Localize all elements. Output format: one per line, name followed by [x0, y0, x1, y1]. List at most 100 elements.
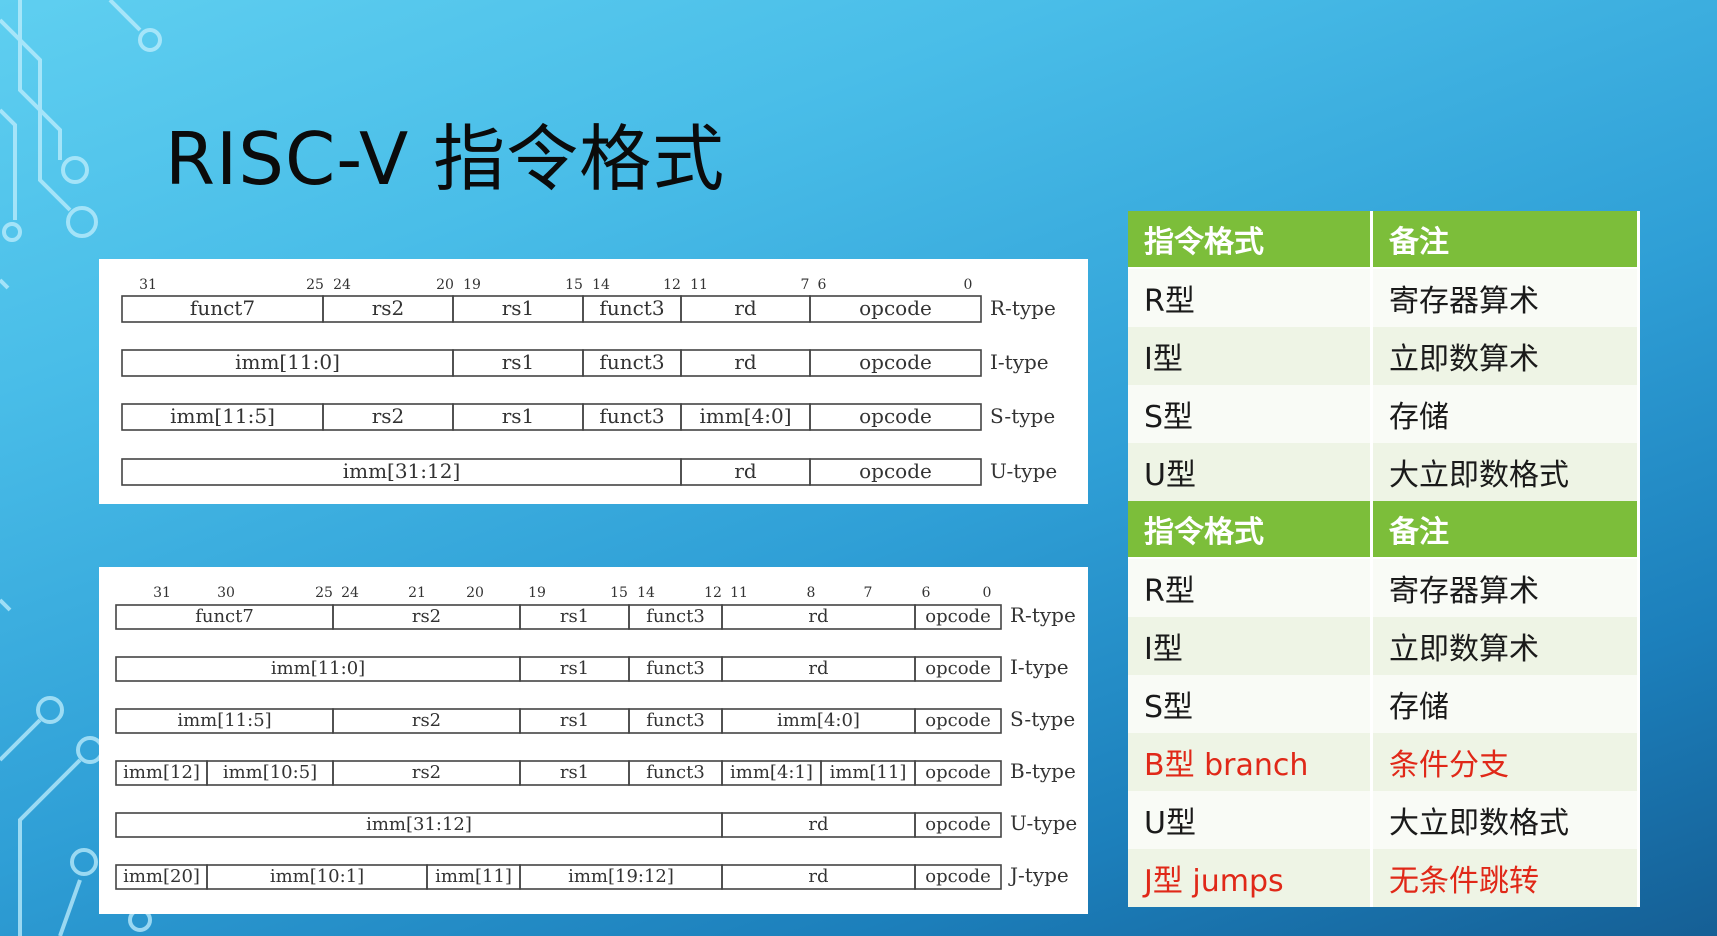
bit-number: 15	[565, 277, 583, 293]
bit-number: 7	[864, 585, 873, 601]
bit-number: 21	[408, 585, 426, 601]
table-header-row: 指令格式 备注	[1128, 211, 1640, 269]
row-format: R型	[1128, 268, 1373, 327]
bit-number: 30	[217, 585, 235, 601]
field-label: imm[12]	[123, 762, 200, 783]
field-label: rs1	[502, 296, 535, 320]
row-note: 大立即数格式	[1371, 791, 1640, 849]
field-label: imm[20]	[123, 866, 200, 887]
field-label: rs1	[560, 710, 589, 731]
field-label: imm[11:5]	[177, 710, 271, 731]
table-row: I型 立即数算术	[1128, 327, 1640, 385]
row-format: I型	[1128, 327, 1373, 385]
field-label: imm[31:12]	[366, 814, 472, 835]
format-row-r-type: funct7 rs2 rs1 funct3 rd opcode R-type	[115, 603, 1076, 630]
bit-number: 20	[466, 585, 484, 601]
field-label: rs2	[412, 710, 441, 731]
field-label: funct3	[646, 658, 705, 679]
field-label: funct3	[646, 710, 705, 731]
field-label: imm[4:0]	[699, 404, 791, 428]
format-row-s-type: imm[11:5] rs2 rs1 funct3 imm[4:0] opcode S-typ…	[121, 403, 1055, 431]
field-label: imm[31:12]	[343, 459, 461, 483]
field-label: imm[11]	[435, 866, 512, 887]
format-type-label: S-type	[1010, 707, 1075, 731]
row-format: B型 branch	[1128, 733, 1373, 791]
field-label: funct7	[195, 606, 254, 627]
field-label: imm[19:12]	[568, 866, 674, 887]
table-row: I型 立即数算术	[1128, 617, 1640, 675]
format-row-b-type: imm[12] imm[10:5] rs2 rs1 funct3 imm[4:1] imm[…	[115, 759, 1076, 786]
format-type-label: R-type	[1010, 603, 1076, 627]
table-row: U型 大立即数格式	[1128, 443, 1640, 501]
header-format: 指令格式	[1128, 211, 1373, 269]
bit-number: 25	[315, 585, 333, 601]
field-label: rd	[808, 606, 828, 627]
field-label: opcode	[925, 762, 990, 783]
row-note: 立即数算术	[1371, 327, 1640, 385]
format-type-label: I-type	[990, 350, 1049, 374]
field-label: imm[4:1]	[730, 762, 813, 783]
bit-number: 0	[964, 277, 973, 293]
field-label: rs1	[502, 404, 535, 428]
table-row: S型 存储	[1128, 385, 1640, 443]
bit-number: 11	[690, 277, 708, 293]
bit-number: 6	[922, 585, 931, 601]
bit-number: 14	[592, 277, 610, 293]
field-label: imm[4:0]	[777, 710, 860, 731]
field-label: opcode	[925, 658, 990, 679]
row-format: S型	[1128, 675, 1373, 733]
bit-number: 6	[818, 277, 827, 293]
format-row-s-type: imm[11:5] rs2 rs1 funct3 imm[4:0] opcode S-typ…	[115, 707, 1075, 734]
field-label: funct3	[599, 296, 664, 320]
row-format: R型	[1128, 558, 1373, 617]
field-label: opcode	[859, 459, 932, 483]
bit-number: 31	[153, 585, 171, 601]
field-label: opcode	[859, 296, 932, 320]
row-format: J型 jumps	[1128, 849, 1373, 907]
field-label: opcode	[859, 350, 932, 374]
field-label: imm[11:0]	[235, 350, 340, 374]
field-label: rs2	[372, 296, 405, 320]
row-note: 存储	[1371, 385, 1640, 443]
header-format: 指令格式	[1128, 501, 1373, 559]
field-label: imm[11:5]	[170, 404, 275, 428]
row-note: 条件分支	[1371, 733, 1640, 791]
row-note: 存储	[1371, 675, 1640, 733]
row-format: S型	[1128, 385, 1373, 443]
table-header-row: 指令格式 备注	[1128, 501, 1640, 559]
field-label: rs2	[412, 606, 441, 627]
header-notes: 备注	[1371, 211, 1640, 269]
format-type-label: J-type	[1008, 863, 1069, 887]
format-row-u-type: imm[31:12] rd opcode U-type	[121, 458, 1057, 486]
field-label: rs1	[560, 762, 589, 783]
field-label: opcode	[925, 814, 990, 835]
notes-table: 指令格式 备注 R型 寄存器算术 I型 立即数算术 S型 存储 U型 大立即数格…	[1128, 211, 1640, 907]
table-row: U型 大立即数格式	[1128, 791, 1640, 849]
field-label: opcode	[859, 404, 932, 428]
field-label: funct3	[646, 762, 705, 783]
field-label: funct3	[599, 350, 664, 374]
bit-number: 8	[807, 585, 816, 601]
row-note: 大立即数格式	[1371, 443, 1640, 501]
bit-number: 24	[333, 277, 351, 293]
field-label: rd	[734, 459, 757, 483]
format-type-label: B-type	[1010, 759, 1076, 783]
row-note: 无条件跳转	[1371, 849, 1640, 907]
field-label: rs1	[560, 658, 589, 679]
format-type-label: I-type	[1010, 655, 1069, 679]
bit-number: 31	[139, 277, 157, 293]
field-label: opcode	[925, 866, 990, 887]
bit-number: 0	[983, 585, 992, 601]
row-format: U型	[1128, 443, 1373, 501]
field-label: funct3	[646, 606, 705, 627]
field-label: funct7	[190, 296, 255, 320]
format-type-label: R-type	[990, 296, 1056, 320]
field-label: rd	[808, 866, 828, 887]
bit-number: 11	[730, 585, 748, 601]
field-label: rd	[808, 814, 828, 835]
field-label: opcode	[925, 606, 990, 627]
bit-number: 19	[528, 585, 546, 601]
table-row: J型 jumps 无条件跳转	[1128, 849, 1640, 907]
format-type-label: U-type	[1010, 811, 1077, 835]
bit-number: 12	[704, 585, 722, 601]
